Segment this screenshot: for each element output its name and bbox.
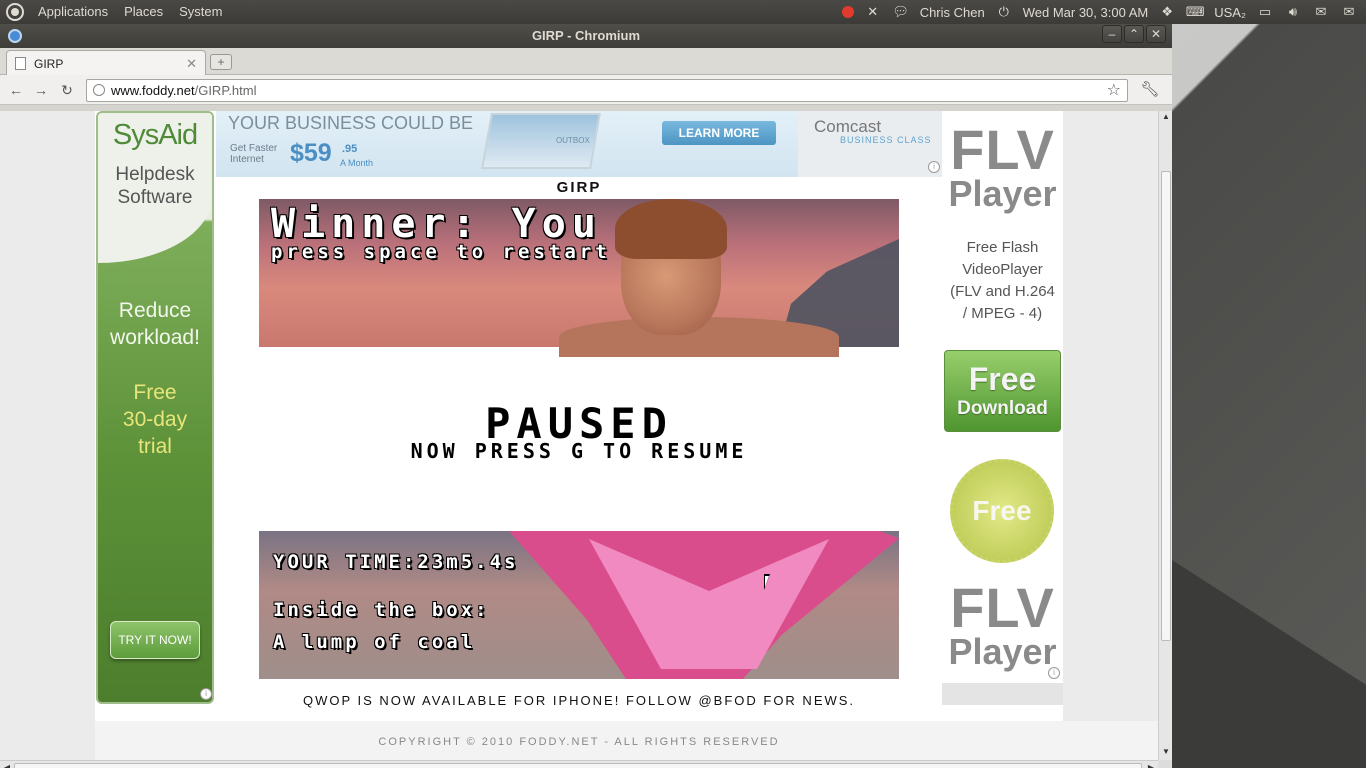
comcast-logo: Comcast [814, 117, 882, 136]
page-icon [15, 57, 26, 70]
flv-logo-bottom: FLV Player [948, 576, 1057, 672]
notification-alert-icon[interactable] [841, 6, 854, 18]
ad-sysaid[interactable]: SysAid Helpdesk Software Reduce workload… [96, 111, 214, 704]
message-icon[interactable]: ✉ [1340, 4, 1358, 20]
close-tab-icon[interactable]: ✕ [186, 56, 197, 72]
menu-system[interactable]: System [171, 0, 230, 24]
dropbox-icon[interactable]: ❖ [1158, 4, 1176, 20]
learn-more-button[interactable]: LEARN MORE [662, 121, 776, 145]
girp-game-canvas[interactable]: Winner: You press space to restart PAUSE… [259, 199, 899, 679]
ad-comcast-banner[interactable]: YOUR BUSINESS COULD BE Get Faster Intern… [216, 111, 942, 177]
vertical-scroll-thumb[interactable] [1161, 171, 1171, 641]
keyboard-layout[interactable]: USA₂ [1214, 5, 1246, 20]
flv-description: Free Flash VideoPlayer (FLV and H.264 / … [950, 239, 1055, 322]
ad-brand: SysAid [112, 119, 198, 151]
address-bar[interactable]: www.foddy.net/GIRP.html ☆ [86, 79, 1128, 102]
ad-info-icon[interactable]: i [1048, 667, 1060, 679]
wallpaper-shape [1172, 560, 1366, 768]
news-line: QWOP IS NOW AVAILABLE FOR IPHONE! FOLLOW… [302, 693, 856, 708]
new-tab-button[interactable]: + [210, 54, 232, 70]
mail-icon[interactable]: ✉ [1312, 4, 1330, 20]
mouse-pointer-icon [764, 574, 770, 590]
browser-window: GIRP - Chromium – ⌃ ✕ GIRP ✕ + ← → ↻ www… [0, 24, 1172, 768]
business-class-label: BUSINESS CLASS [840, 135, 932, 145]
banner-faster: Get Faster Internet [230, 143, 278, 165]
scroll-down-arrow-icon[interactable]: ▼ [1159, 747, 1173, 759]
scroll-up-arrow-icon[interactable]: ▲ [1159, 112, 1173, 124]
ubuntu-logo-icon[interactable] [6, 3, 24, 21]
flv-logo-top: FLV Player [948, 118, 1057, 214]
clock[interactable]: Wed Mar 30, 3:00 AM [1023, 5, 1149, 20]
browser-toolbar: ← → ↻ www.foddy.net/GIRP.html ☆ 🔧︎ [0, 75, 1172, 105]
ad-info-icon[interactable]: i [928, 161, 940, 173]
try-it-now-button[interactable]: TRY IT NOW! [110, 621, 200, 659]
menu-places[interactable]: Places [116, 0, 171, 24]
banner-per-month: A Month [340, 158, 374, 168]
url-host: www.foddy.net [111, 83, 195, 98]
ad-flv-player[interactable]: FLV Player Free Flash VideoPlayer (FLV a… [942, 111, 1063, 705]
banner-cents: .95 [342, 143, 358, 155]
banner-headline: YOUR BUSINESS COULD BE [228, 113, 474, 133]
game-title: GIRP [556, 179, 602, 196]
ad-offer: Free 30-day trial [122, 381, 188, 458]
ad-info-icon[interactable]: i [200, 688, 212, 700]
network-disconnected-icon[interactable]: ✕ [864, 4, 882, 20]
ad-tagline: Reduce workload! [110, 299, 200, 349]
tab-girp[interactable]: GIRP ✕ [6, 50, 206, 76]
keyboard-icon[interactable]: ⌨ [1186, 4, 1205, 20]
close-window-button[interactable]: ✕ [1146, 25, 1166, 43]
reload-icon[interactable]: ↻ [57, 80, 77, 100]
menu-applications[interactable]: Applications [30, 0, 116, 24]
tab-title: GIRP [34, 56, 64, 71]
banner-price: $59 [290, 139, 332, 167]
scroll-left-arrow-icon[interactable]: ◀ [1, 761, 13, 768]
scroll-right-arrow-icon[interactable]: ▶ [1145, 761, 1157, 768]
copyright: COPYRIGHT © 2010 FODDY.NET - ALL RIGHTS … [378, 736, 780, 748]
power-icon[interactable]: ⏻ [995, 4, 1013, 20]
page-viewport: SysAid Helpdesk Software Reduce workload… [0, 111, 1158, 760]
tab-strip: GIRP ✕ + [0, 48, 1172, 76]
inside-box-label: Inside the box: [273, 599, 490, 621]
volume-icon[interactable]: 🔊︎ [1284, 4, 1302, 20]
battery-icon[interactable]: ▭ [1256, 4, 1274, 20]
resume-hint: NOW PRESS G TO RESUME [410, 439, 748, 463]
globe-icon [93, 84, 105, 96]
outbox-label: OUTBOX [556, 136, 590, 145]
bookmark-star-icon[interactable]: ☆ [1107, 80, 1121, 101]
restart-hint: press space to restart [271, 241, 611, 263]
chat-bubble-icon[interactable]: 💬︎ [892, 4, 910, 20]
window-titlebar[interactable]: GIRP - Chromium – ⌃ ✕ [0, 24, 1172, 48]
top-panel: Applications Places System ✕ 💬︎ Chris Ch… [0, 0, 1366, 24]
user-name[interactable]: Chris Chen [920, 5, 985, 20]
free-seal-badge[interactable]: Free [950, 459, 1054, 563]
url-path: /GIRP.html [194, 83, 257, 98]
prize-text: A lump of coal [273, 631, 476, 653]
your-time: YOUR TIME:23m5.4s [273, 551, 519, 573]
system-tray: ✕ 💬︎ Chris Chen ⏻ Wed Mar 30, 3:00 AM ❖ … [841, 4, 1366, 20]
vertical-scrollbar[interactable]: ▲ ▼ [1158, 111, 1172, 760]
ad-subtitle: Helpdesk Software [115, 164, 195, 208]
forward-arrow-icon[interactable]: → [31, 80, 51, 100]
wrench-menu-icon[interactable]: 🔧︎ [1140, 80, 1160, 100]
free-download-button[interactable]: Free Download [944, 350, 1061, 432]
horizontal-scroll-thumb[interactable] [14, 763, 1142, 768]
minimize-button[interactable]: – [1102, 25, 1122, 43]
horizontal-scrollbar[interactable]: ◀ ▶ [0, 760, 1158, 768]
back-arrow-icon[interactable]: ← [6, 80, 26, 100]
maximize-button[interactable]: ⌃ [1124, 25, 1144, 43]
window-title: GIRP - Chromium [531, 28, 641, 43]
